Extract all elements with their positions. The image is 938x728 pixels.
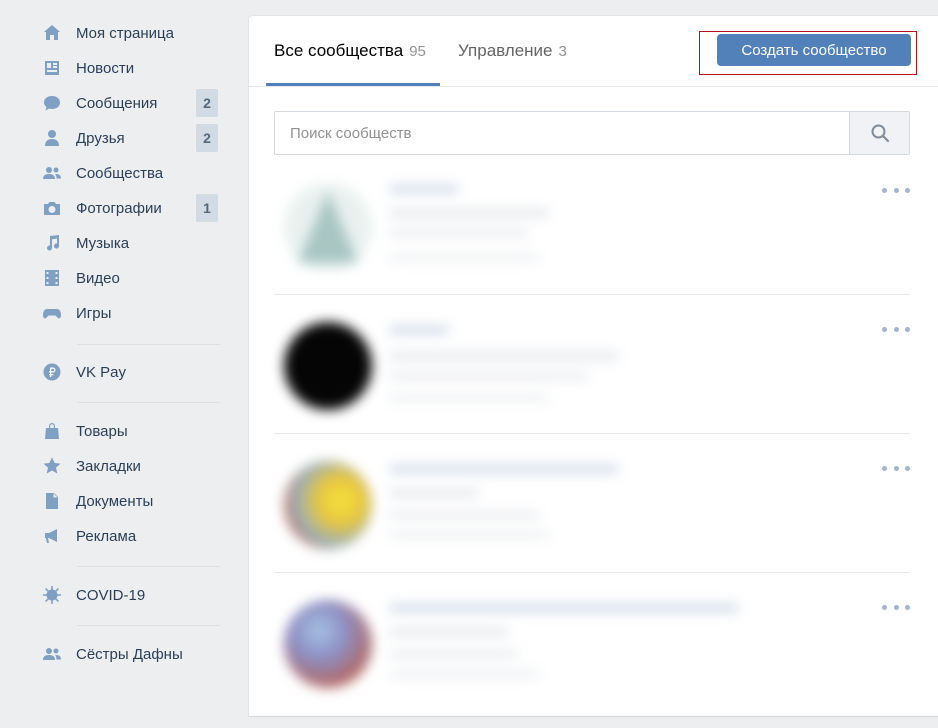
sidebar-item-label: Документы <box>76 492 154 510</box>
sidebar-item-news[interactable]: Новости <box>40 55 230 81</box>
row-divider <box>274 433 910 434</box>
search-input[interactable] <box>275 112 850 154</box>
sidebar-item-label: Видео <box>76 269 120 287</box>
avatar <box>284 322 372 410</box>
sidebar-item-label: Закладки <box>76 457 141 475</box>
tab-count: 95 <box>409 43 426 60</box>
avatar <box>284 461 372 549</box>
tab-label: Управление <box>458 41 553 60</box>
sidebar-item-documents[interactable]: Документы <box>40 488 230 514</box>
unread-badge: 2 <box>196 89 218 117</box>
sidebar-item-label: Сообщества <box>76 164 164 182</box>
sidebar-item-label: Товары <box>76 422 128 440</box>
sidebar-separator <box>77 625 220 626</box>
sidebar-item-label: COVID-19 <box>76 586 146 604</box>
document-icon <box>40 489 64 513</box>
sidebar-item-label: Реклама <box>76 527 137 545</box>
sidebar-item-label: Новости <box>76 59 135 77</box>
sidebar-item-bookmarks[interactable]: Закладки <box>40 453 230 479</box>
row-divider <box>274 572 910 573</box>
bag-icon <box>40 419 64 443</box>
blurred-content <box>274 312 774 436</box>
sidebar-item-label: VK Pay <box>76 363 127 381</box>
sidebar-item-games[interactable]: Игры <box>40 300 230 326</box>
star-icon <box>40 454 64 478</box>
vkpay-icon <box>40 360 64 384</box>
gamepad-icon <box>40 301 64 325</box>
blurred-content <box>274 173 774 297</box>
sidebar-separator <box>77 566 220 567</box>
video-icon <box>40 266 64 290</box>
sidebar-item-messages[interactable]: Сообщения 2 <box>40 89 230 117</box>
community-row[interactable] <box>274 590 910 728</box>
group-icon <box>40 642 64 666</box>
tab-all-communities[interactable]: Все сообщества 95 <box>274 41 426 85</box>
sidebar-separator <box>77 344 220 345</box>
megaphone-icon <box>40 524 64 548</box>
tab-label: Все сообщества <box>274 41 404 60</box>
sidebar-item-friends[interactable]: Друзья 2 <box>40 124 230 152</box>
sidebar-item-label: Моя страница <box>76 24 174 42</box>
sidebar-item-label: Музыка <box>76 234 130 252</box>
blurred-content <box>274 590 774 714</box>
sidebar-item-covid[interactable]: COVID-19 <box>40 582 230 608</box>
avatar <box>284 600 372 688</box>
photos-badge: 1 <box>196 194 218 222</box>
sidebar-item-my-page[interactable]: Моя страница <box>40 20 230 46</box>
search-icon <box>871 124 889 143</box>
messages-icon <box>40 91 64 115</box>
requests-badge: 2 <box>196 124 218 152</box>
communities-panel: Все сообщества 95 Управление 3 Создать соо… <box>249 16 938 716</box>
sidebar-item-music[interactable]: Музыка <box>40 230 230 256</box>
more-options-icon[interactable] <box>882 322 910 336</box>
sidebar-item-market[interactable]: Товары <box>40 418 230 444</box>
virus-icon <box>40 583 64 607</box>
more-options-icon[interactable] <box>882 183 910 197</box>
tabs-bar: Все сообщества 95 Управление 3 Создать соо… <box>249 16 938 87</box>
avatar <box>284 183 372 271</box>
community-row[interactable] <box>274 173 910 311</box>
news-icon <box>40 56 64 80</box>
sidebar-item-communities[interactable]: Сообщества <box>40 160 230 186</box>
row-divider <box>274 294 910 295</box>
sidebar-item-group-shortcut[interactable]: Сёстры Дафны <box>40 641 230 667</box>
sidebar-item-video[interactable]: Видео <box>40 265 230 291</box>
community-row[interactable] <box>274 451 910 589</box>
sidebar-item-label: Сообщения <box>76 94 158 112</box>
tab-management[interactable]: Управление 3 <box>458 41 567 85</box>
sidebar-item-label: Сёстры Дафны <box>76 645 183 663</box>
tab-count: 3 <box>558 43 567 60</box>
friends-icon <box>40 126 64 150</box>
more-options-icon[interactable] <box>882 461 910 475</box>
sidebar-item-vk-pay[interactable]: VK Pay <box>40 359 230 385</box>
sidebar-item-label: Игры <box>76 304 112 322</box>
home-icon <box>40 21 64 45</box>
sidebar-separator <box>77 402 220 403</box>
sidebar-item-label: Фотографии <box>76 199 162 217</box>
search-button[interactable] <box>849 112 909 154</box>
sidebar-item-label: Друзья <box>76 129 125 147</box>
camera-icon <box>40 196 64 220</box>
left-sidebar: Моя страница Новости Сообщения 2 Друзья … <box>0 0 240 702</box>
active-tab-underline <box>266 83 440 86</box>
sidebar-item-ads[interactable]: Реклама <box>40 523 230 549</box>
blurred-content <box>274 451 774 575</box>
more-options-icon[interactable] <box>882 600 910 614</box>
community-row[interactable] <box>274 312 910 450</box>
sidebar-item-photos[interactable]: Фотографии 1 <box>40 194 230 222</box>
communities-icon <box>40 161 64 185</box>
search-box <box>274 111 910 155</box>
music-icon <box>40 231 64 255</box>
create-community-button[interactable]: Создать сообщество <box>717 34 911 66</box>
